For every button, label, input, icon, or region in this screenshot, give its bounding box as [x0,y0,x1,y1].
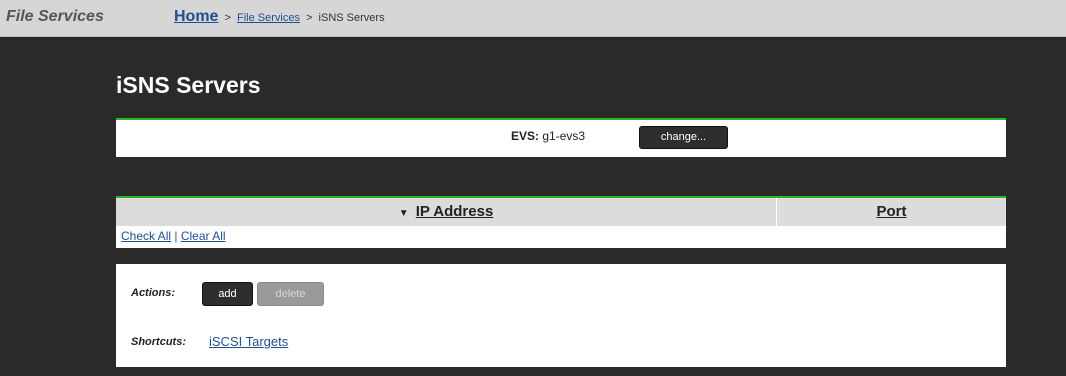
check-all-link[interactable]: Check All [121,229,171,243]
breadcrumb-separator: > [224,12,231,24]
evs-label: EVS: [511,129,540,143]
breadcrumb-separator: > [306,12,313,24]
clear-all-link[interactable]: Clear All [181,229,226,243]
servers-table: ▼ IP Address Port Check All | Clear All [116,196,1006,248]
change-evs-button[interactable]: change... [639,126,728,149]
selection-links: Check All | Clear All [121,229,226,243]
breadcrumb-home-link[interactable]: Home [174,8,218,25]
page-title: iSNS Servers [116,72,261,98]
shortcuts-label: Shortcuts: [131,336,186,348]
breadcrumb: Home > File Services > iSNS Servers [174,8,385,26]
sort-descending-icon: ▼ [398,208,409,219]
shortcut-iscsi-targets-link[interactable]: iSCSI Targets [209,334,288,349]
evs-panel: EVS: g1-evs3 change... [116,118,1006,157]
top-bar: File Services Home > File Services > iSN… [0,0,1066,37]
column-header-ip-address[interactable]: ▼ IP Address [116,198,777,226]
evs-value: g1-evs3 [542,129,586,143]
app-title: File Services [6,8,104,25]
evs-info: EVS: g1-evs3 [511,129,585,143]
selection-divider: | [174,229,178,243]
column-header-ip-address-label: IP Address [415,203,494,220]
actions-panel: Actions: add delete Shortcuts: iSCSI Tar… [116,264,1006,367]
breadcrumb-current: iSNS Servers [318,12,385,24]
actions-label: Actions: [131,287,175,299]
column-header-port[interactable]: Port [777,198,1006,226]
table-header: ▼ IP Address Port [116,198,1006,226]
breadcrumb-file-services-link[interactable]: File Services [237,12,300,24]
delete-button: delete [257,282,324,306]
add-button[interactable]: add [202,282,253,306]
